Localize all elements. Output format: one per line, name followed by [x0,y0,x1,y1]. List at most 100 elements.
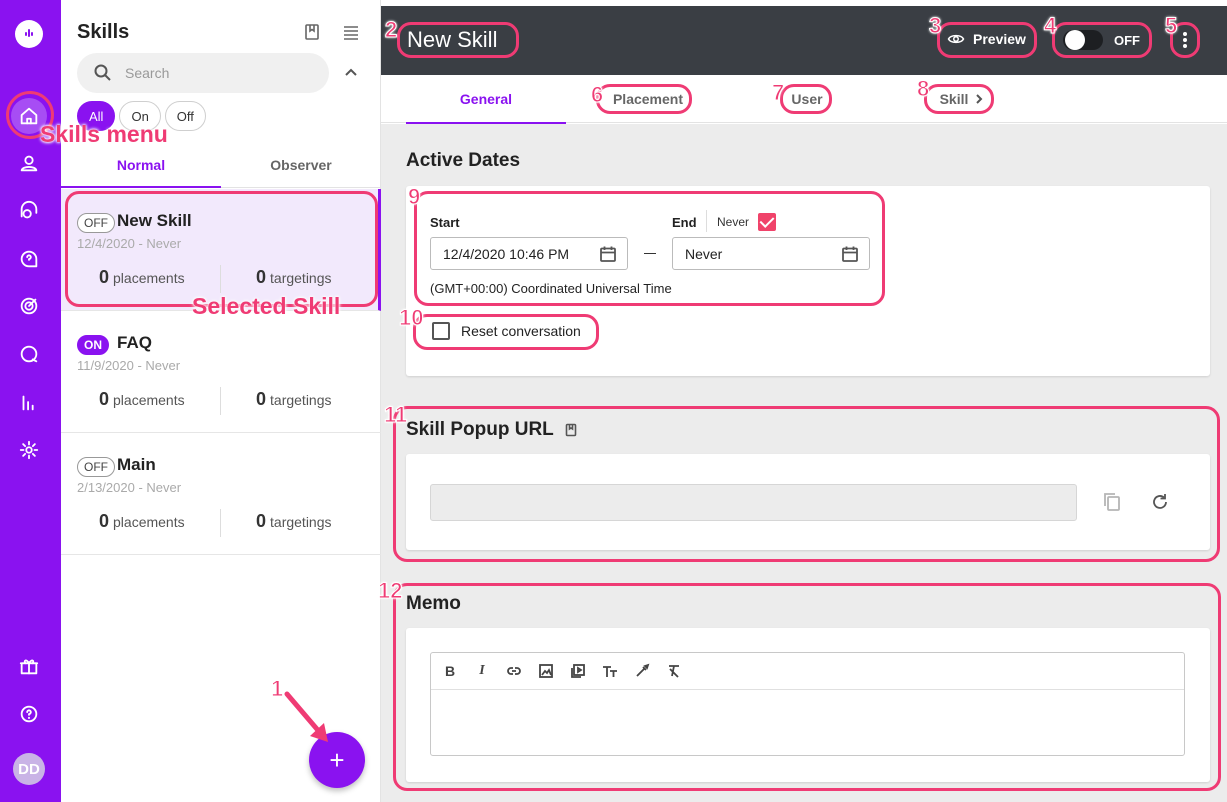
preview-button[interactable]: Preview [947,30,1026,48]
filter-off[interactable]: Off [164,101,206,131]
message-icon[interactable] [11,336,47,372]
help-icon[interactable] [11,241,47,277]
placements-count: 0 placements [99,267,185,287]
memo-editor[interactable]: B I [430,652,1185,756]
annotation-number: 7 [771,80,785,106]
italic-button[interactable]: I [473,662,491,680]
timezone-label: (GMT+00:00) Coordinated Universal Time [430,281,672,296]
chat-icon[interactable] [11,193,47,229]
annotation-skills-menu: Skills menu [40,121,168,147]
active-dates-card: Start End Never 12/4/2020 10:46 PM Never… [406,186,1210,376]
tab-user[interactable]: User [787,75,827,123]
annotation-number: 1 [270,676,284,702]
avatar[interactable]: DD [13,753,45,785]
link-icon[interactable] [505,662,523,680]
reset-conversation-label[interactable]: Reset conversation [461,323,581,339]
tab-placement[interactable]: Placement [607,75,689,123]
start-date-value: 12/4/2020 10:46 PM [443,245,570,262]
end-date-field[interactable]: Never [672,237,870,270]
memo-title: Memo [406,593,461,614]
preview-label: Preview [973,31,1026,47]
targetings-count: 0 targetings [256,267,332,287]
general-tab-content: Active Dates Start End Never 12/4/2020 1… [381,124,1227,802]
skill-card-main[interactable]: OFF Main 2/13/2020 - Never 0 placements 0… [61,433,381,555]
calendar-icon[interactable] [841,245,859,263]
color-picker-icon[interactable] [633,662,651,680]
status-badge: OFF [77,213,115,233]
annotation-number: 5 [1164,13,1178,39]
skill-type-tabs: Normal Observer [61,142,381,188]
annotation-number: 10 [398,305,424,331]
start-date-field[interactable]: 12/4/2020 10:46 PM [430,237,628,270]
chevron-right-icon [976,94,983,104]
clear-format-icon[interactable] [665,662,683,680]
annotation-selected-skill: Selected Skill [192,293,341,319]
user-icon[interactable] [11,145,47,181]
annotation-number: 12 [377,578,403,604]
gear-icon[interactable] [11,432,47,468]
tab-skill-label: Skill [939,91,969,107]
popup-url-field[interactable] [430,484,1077,521]
skill-dates: 2/13/2020 - Never [77,480,182,495]
popup-url-title: Skill Popup URL [406,419,578,441]
menu-icon[interactable] [341,22,361,42]
image-icon[interactable] [537,662,555,680]
chevron-up-icon[interactable] [341,62,361,82]
annotation-number: 2 [384,17,398,43]
annotation-arrow [284,691,328,742]
search-icon [94,64,111,81]
skill-status-toggle[interactable] [1063,30,1103,50]
divider [706,210,707,232]
copy-icon[interactable] [1101,491,1123,513]
date-range-dash [644,253,656,254]
eye-icon [947,34,965,44]
placements-count: 0 placements [99,511,185,531]
reset-conversation-checkbox[interactable] [432,322,450,340]
never-checkbox[interactable] [758,213,776,231]
annotation-number: 3 [928,13,942,39]
gift-icon[interactable] [11,648,47,684]
never-label: Never [717,215,750,229]
status-badge: ON [77,335,109,355]
tab-general[interactable]: General [406,75,566,124]
help-circle-icon[interactable] [11,696,47,732]
analytics-icon[interactable] [11,384,47,420]
tab-normal[interactable]: Normal [61,142,221,188]
book-icon[interactable] [564,423,578,437]
annotation-number: 11 [383,402,408,428]
skill-header: New Skill Preview OFF [381,6,1227,75]
app-logo[interactable] [15,20,43,48]
start-label: Start [430,215,460,230]
annotation-number: 4 [1043,13,1057,39]
more-options-icon[interactable] [1181,30,1189,50]
target-icon[interactable] [11,288,47,324]
panel-title: Skills [77,21,130,43]
search-input[interactable] [125,63,315,83]
bold-button[interactable]: B [441,662,459,680]
tab-observer[interactable]: Observer [221,142,381,187]
calendar-icon[interactable] [599,245,617,263]
skill-name: New Skill [117,211,192,230]
divider [220,387,221,415]
end-date-value: Never [685,245,723,262]
active-dates-title: Active Dates [406,150,521,171]
refresh-icon[interactable] [1149,491,1171,513]
memo-card: B I [406,628,1210,782]
skill-card-faq[interactable]: ON FAQ 11/9/2020 - Never 0 placements 0 ta… [61,311,381,433]
book-icon[interactable] [302,22,322,42]
annotation-number: 6 [590,82,604,108]
tab-skill[interactable]: Skill [937,75,989,123]
placements-count: 0 placements [99,389,185,409]
search-bar [77,53,329,93]
end-label: End [672,215,697,230]
skill-name: Main [117,455,156,474]
skill-title[interactable]: New Skill [407,27,497,53]
targetings-count: 0 targetings [256,511,332,531]
status-badge: OFF [77,457,115,477]
video-icon[interactable] [569,662,587,680]
toggle-label: OFF [1114,33,1140,48]
annotation-number: 8 [916,76,930,102]
text-size-icon[interactable] [601,662,619,680]
skill-tabs: General Placement User Skill [381,75,1227,124]
skill-dates: 11/9/2020 - Never [77,358,181,373]
